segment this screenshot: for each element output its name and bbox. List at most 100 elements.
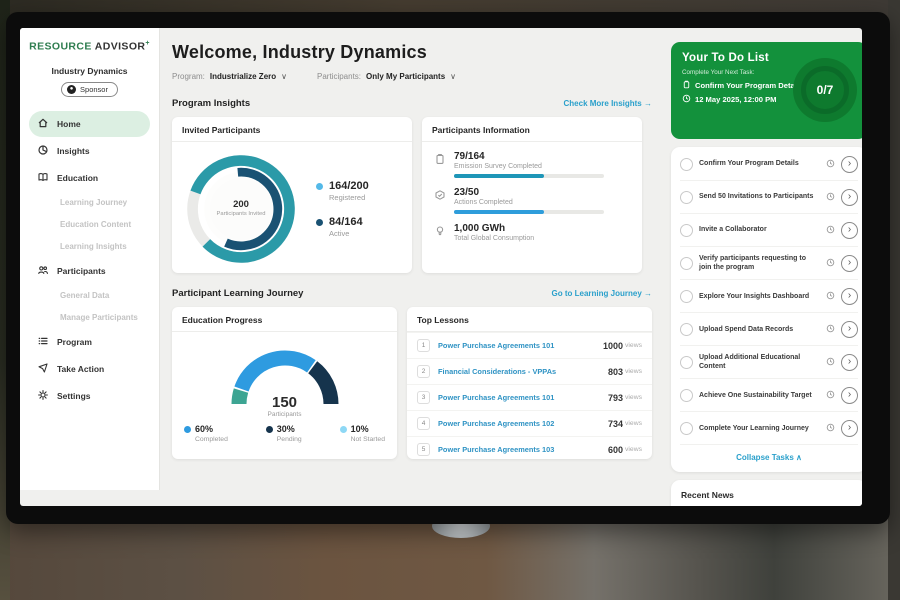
task-checkbox[interactable] [680, 422, 693, 435]
task-checkbox[interactable] [680, 191, 693, 204]
lesson-link[interactable]: Power Purchase Agreements 101 [438, 393, 608, 402]
top-lessons-card: Top Lessons 1 Power Purchase Agreements … [407, 307, 652, 459]
participants-filter-label: Participants: [317, 72, 361, 81]
task-checkbox[interactable] [680, 290, 693, 303]
chevron-down-icon: ∨ [281, 72, 287, 81]
task-label[interactable]: Explore Your Insights Dashboard [699, 292, 820, 301]
sidebar-item-label: General Data [60, 291, 109, 300]
org-name: Industry Dynamics [29, 66, 150, 76]
sidebar: RESOURCE ADVISOR+ Industry Dynamics ● Sp… [20, 28, 160, 490]
task-label[interactable]: Send 50 Invitations to Participants [699, 192, 820, 201]
sidebar-item-participants[interactable]: Participants [29, 258, 150, 284]
gauge-center-label: 150 Participants [268, 394, 302, 418]
lesson-row: 5 Power Purchase Agreements 103 600 view… [407, 436, 652, 462]
sidebar-item-settings[interactable]: Settings [29, 383, 150, 409]
lesson-views: 803 [608, 367, 623, 377]
collapse-label: Collapse Tasks [736, 453, 794, 462]
sidebar-item-home[interactable]: Home [29, 111, 150, 137]
sidebar-item-program[interactable]: Program [29, 329, 150, 355]
lesson-link[interactable]: Power Purchase Agreements 101 [438, 341, 603, 350]
task-open-button[interactable]: › [841, 354, 858, 371]
list-icon [37, 335, 49, 349]
task-label[interactable]: Confirm Your Program Details [699, 159, 820, 168]
gauge-value: 150 [268, 394, 302, 411]
sidebar-item-label: Education [57, 173, 98, 183]
completed-label: Completed [195, 436, 228, 443]
card-title: Top Lessons [407, 307, 652, 332]
task-checkbox[interactable] [680, 257, 693, 270]
task-open-button[interactable]: › [841, 156, 858, 173]
participants-filter[interactable]: Participants: Only My Participants ∨ [317, 72, 456, 81]
clock-icon [682, 94, 691, 105]
active-label: Active [329, 229, 363, 238]
lesson-link[interactable]: Financial Considerations - VPPAs [438, 367, 608, 376]
logo-advisor: ADVISOR [95, 41, 146, 53]
program-filter-value: Industrialize Zero [210, 72, 276, 81]
task-open-button[interactable]: › [841, 321, 858, 338]
sidebar-item-education[interactable]: Education [29, 165, 150, 191]
actions-completed-stat: 23/50 Actions Completed [434, 187, 630, 214]
lesson-link[interactable]: Power Purchase Agreements 102 [438, 419, 608, 428]
task-label[interactable]: Complete Your Learning Journey [699, 424, 820, 433]
invited-total: 200 [213, 199, 269, 210]
sidebar-item-insights[interactable]: Insights [29, 138, 150, 164]
task-label[interactable]: Upload Additional Educational Content [699, 353, 820, 371]
invited-card-body: 200 Participants Invited 164/200 Registe… [172, 142, 412, 276]
gauge-legend: 60% Completed 30% Pending 10% Not Starte… [172, 418, 397, 443]
lesson-rank: 5 [417, 443, 430, 456]
sidebar-item-learning-journey[interactable]: Learning Journey [29, 192, 150, 213]
stat-value: 1,000 GWh [454, 223, 534, 234]
link-label: Check More Insights [564, 99, 642, 108]
sidebar-item-take-action[interactable]: Take Action [29, 356, 150, 382]
go-to-learning-journey-link[interactable]: Go to Learning Journey → [552, 289, 652, 298]
registered-dot-icon [316, 183, 323, 190]
clock-icon [826, 188, 835, 206]
clock-icon [826, 320, 835, 338]
todo-summary-card: Your To Do List Complete Your Next Task:… [671, 42, 862, 139]
donut-legend: 164/200 Registered 84/164 Active [316, 180, 369, 238]
task-open-button[interactable]: › [841, 222, 858, 239]
collapse-tasks-link[interactable]: Collapse Tasks ∧ [680, 445, 858, 471]
clock-icon [826, 353, 835, 371]
sidebar-item-education-content[interactable]: Education Content [29, 214, 150, 235]
check-more-insights-link[interactable]: Check More Insights → [564, 99, 652, 108]
emission-survey-stat: 79/164 Emission Survey Completed [434, 151, 630, 178]
chevron-up-icon: ∧ [796, 453, 802, 462]
task-checkbox[interactable] [680, 389, 693, 402]
registered-value: 164/200 [329, 180, 369, 192]
logo-resource: RESOURCE [29, 41, 92, 53]
todo-due-label: 12 May 2025, 12:00 PM [695, 95, 776, 104]
invited-total-label: Participants Invited [213, 211, 269, 219]
lesson-rank: 2 [417, 365, 430, 378]
program-filter[interactable]: Program: Industrialize Zero ∨ [172, 72, 287, 81]
bulb-icon [434, 223, 446, 242]
task-open-button[interactable]: › [841, 288, 858, 305]
task-checkbox[interactable] [680, 224, 693, 237]
task-open-button[interactable]: › [841, 189, 858, 206]
participants-information-card: Participants Information 79/164 Emission… [422, 117, 642, 273]
todo-list-card: Confirm Your Program Details › Send 50 I… [671, 147, 862, 472]
active-value: 84/164 [329, 216, 363, 228]
task-open-button[interactable]: › [841, 420, 858, 437]
lesson-link[interactable]: Power Purchase Agreements 103 [438, 445, 608, 454]
clock-icon [826, 287, 835, 305]
sidebar-item-manage-participants[interactable]: Manage Participants [29, 307, 150, 328]
task-row: Confirm Your Program Details › [680, 148, 858, 181]
sidebar-item-learning-insights[interactable]: Learning Insights [29, 236, 150, 257]
sidebar-item-general-data[interactable]: General Data [29, 285, 150, 306]
stat-label: Emission Survey Completed [454, 163, 604, 170]
task-open-button[interactable]: › [841, 255, 858, 272]
task-row: Verify participants requesting to join t… [680, 247, 858, 280]
stat-label: Actions Completed [454, 199, 604, 206]
chevron-down-icon: ∨ [450, 72, 456, 81]
stat-value: 23/50 [454, 187, 604, 198]
task-label[interactable]: Invite a Collaborator [699, 225, 820, 234]
task-checkbox[interactable] [680, 158, 693, 171]
task-label[interactable]: Achieve One Sustainability Target [699, 391, 820, 400]
task-label[interactable]: Upload Spend Data Records [699, 325, 820, 334]
task-label[interactable]: Verify participants requesting to join t… [699, 254, 820, 272]
task-checkbox[interactable] [680, 356, 693, 369]
lesson-views-unit: views [625, 394, 642, 401]
task-checkbox[interactable] [680, 323, 693, 336]
task-open-button[interactable]: › [841, 387, 858, 404]
